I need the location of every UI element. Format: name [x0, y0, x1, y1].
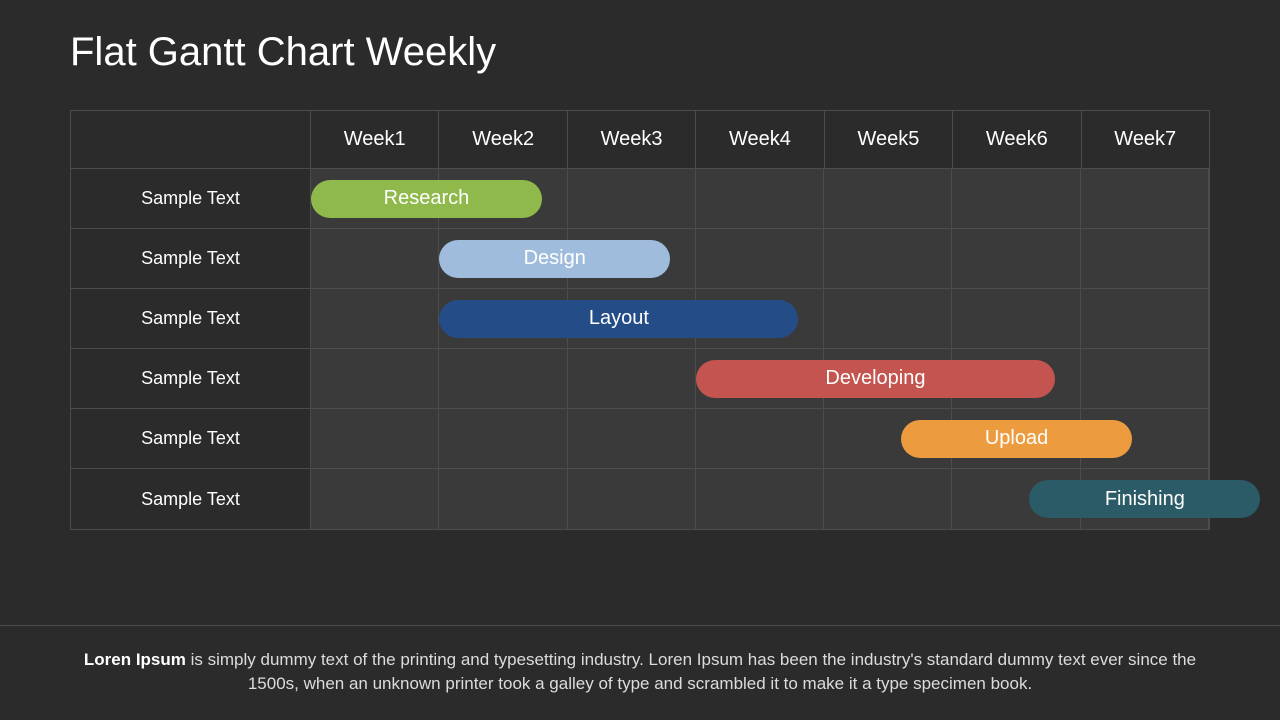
row-grid: Research — [311, 169, 1209, 229]
grid-cell — [439, 469, 567, 529]
row-label: Sample Text — [71, 289, 311, 349]
row-grid: Layout — [311, 289, 1209, 349]
gantt-bar: Research — [311, 180, 542, 218]
row-label: Sample Text — [71, 349, 311, 409]
grid-cell — [824, 289, 952, 348]
footer-bold: Loren Ipsum — [84, 650, 186, 669]
grid-cell — [311, 229, 439, 288]
header-week1: Week1 — [311, 111, 439, 169]
row-label: Sample Text — [71, 229, 311, 289]
row-label: Sample Text — [71, 409, 311, 469]
grid-cell — [311, 289, 439, 348]
grid-cell — [1081, 169, 1209, 228]
row-grid: Design — [311, 229, 1209, 289]
header-week6: Week6 — [953, 111, 1081, 169]
grid-cell — [568, 469, 696, 529]
gantt-row: Sample Text Design — [71, 229, 1209, 289]
grid-cell — [824, 469, 952, 529]
grid-cell — [1081, 289, 1209, 348]
row-label: Sample Text — [71, 169, 311, 229]
header-week5: Week5 — [825, 111, 953, 169]
grid-cell — [824, 229, 952, 288]
row-label: Sample Text — [71, 469, 311, 529]
grid-cell — [568, 169, 696, 228]
grid-cell — [311, 349, 439, 408]
row-grid: Upload — [311, 409, 1209, 469]
grid-cell — [311, 409, 439, 468]
gantt-bar: Developing — [696, 360, 1055, 398]
grid-cell — [696, 229, 824, 288]
gantt-row: Sample Text Layout — [71, 289, 1209, 349]
gantt-bar: Upload — [901, 420, 1132, 458]
gantt-row: Sample TextResearch — [71, 169, 1209, 229]
gantt-bar: Design — [439, 240, 670, 278]
grid-cell — [568, 409, 696, 468]
header-week7: Week7 — [1082, 111, 1209, 169]
row-grid: Developing — [311, 349, 1209, 409]
grid-cell — [439, 349, 567, 408]
grid-cell — [568, 349, 696, 408]
header-week4: Week4 — [696, 111, 824, 169]
footer-text: Loren Ipsum is simply dummy text of the … — [0, 625, 1280, 720]
row-grid: Finishing — [311, 469, 1209, 529]
grid-cell — [952, 169, 1080, 228]
grid-cell — [952, 229, 1080, 288]
page-title: Flat Gantt Chart Weekly — [70, 30, 496, 75]
header-week2: Week2 — [439, 111, 567, 169]
grid-cell — [696, 169, 824, 228]
grid-cell — [824, 169, 952, 228]
grid-cell — [311, 469, 439, 529]
grid-cell — [1081, 229, 1209, 288]
gantt-bar: Layout — [439, 300, 798, 338]
footer-rest: is simply dummy text of the printing and… — [186, 650, 1196, 693]
grid-cell — [1081, 349, 1209, 408]
grid-cell — [952, 289, 1080, 348]
header-week3: Week3 — [568, 111, 696, 169]
grid-cell — [696, 469, 824, 529]
grid-cell — [439, 409, 567, 468]
header-empty-cell — [71, 111, 311, 169]
gantt-row: Sample TextFinishing — [71, 469, 1209, 529]
gantt-row: Sample Text Developing — [71, 349, 1209, 409]
gantt-chart: Week1 Week2 Week3 Week4 Week5 Week6 Week… — [70, 110, 1210, 530]
gantt-row: Sample Text Upload — [71, 409, 1209, 469]
gantt-header-row: Week1 Week2 Week3 Week4 Week5 Week6 Week… — [71, 111, 1209, 169]
gantt-bar: Finishing — [1029, 480, 1260, 518]
grid-cell — [696, 409, 824, 468]
gantt-body: Sample TextResearchSample TextDesignSamp… — [71, 169, 1209, 529]
